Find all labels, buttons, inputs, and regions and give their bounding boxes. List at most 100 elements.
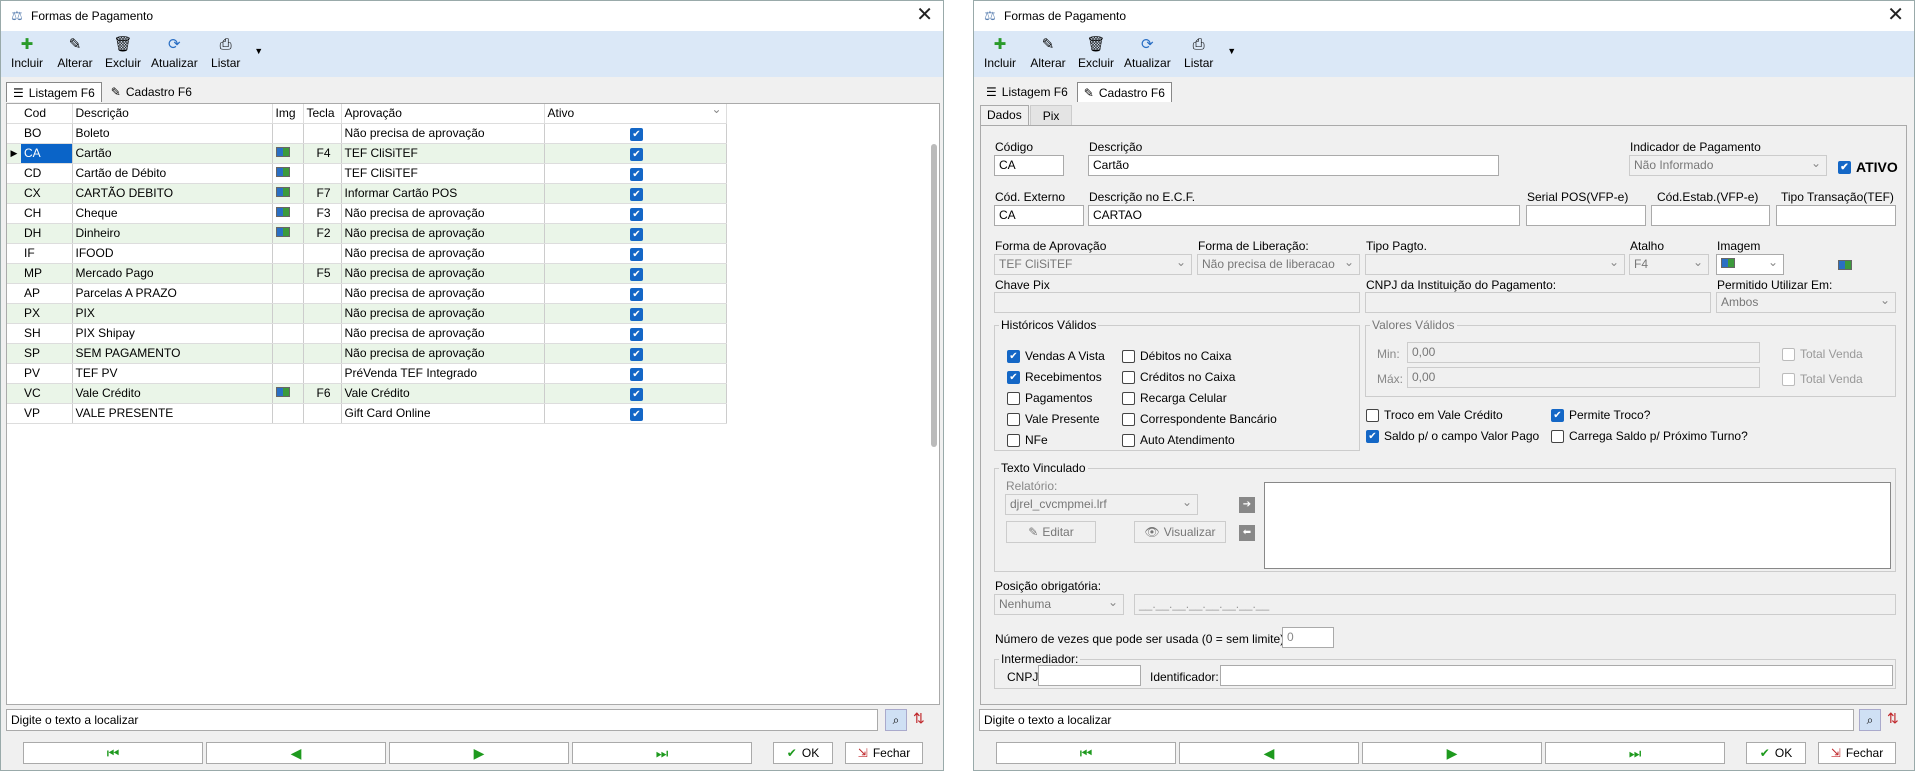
historico-checkbox[interactable]: ✔ Recebimentos bbox=[1007, 370, 1102, 384]
cell-aprovacao[interactable]: Gift Card Online bbox=[341, 403, 545, 424]
cell-img[interactable] bbox=[272, 183, 304, 204]
cell-img[interactable] bbox=[272, 403, 304, 424]
historico-checkbox[interactable]: NFe bbox=[1007, 433, 1048, 447]
table-row[interactable]: CH Cheque F3 Não precisa de aprovação ✔ bbox=[7, 203, 727, 224]
cell-tecla[interactable]: F7 bbox=[303, 183, 342, 204]
permitido-select[interactable]: Ambos bbox=[1716, 292, 1896, 313]
cell-tecla[interactable] bbox=[303, 243, 342, 264]
editar-button[interactable]: ✎ Editar bbox=[1006, 521, 1096, 543]
cell-cod[interactable]: IF bbox=[21, 243, 73, 264]
texto-vinculado-textarea[interactable] bbox=[1264, 482, 1891, 569]
cell-img[interactable] bbox=[272, 163, 304, 184]
cell-cod[interactable]: SP bbox=[21, 343, 73, 364]
historico-checkbox[interactable]: Débitos no Caixa bbox=[1122, 349, 1231, 363]
cell-img[interactable] bbox=[272, 123, 304, 144]
cell-tecla[interactable]: F2 bbox=[303, 223, 342, 244]
prev-record-button[interactable]: ◀ bbox=[1179, 742, 1359, 764]
listar-button[interactable]: ⎙ Listar bbox=[206, 36, 246, 70]
cell-ativo[interactable]: ✔ bbox=[544, 323, 727, 344]
historico-checkbox[interactable]: Correspondente Bancário bbox=[1122, 412, 1277, 426]
cell-tecla[interactable]: F6 bbox=[303, 383, 342, 404]
cell-descricao[interactable]: Cheque bbox=[72, 203, 273, 224]
tab-listagem[interactable]: ☰ Listagem F6 bbox=[6, 82, 102, 102]
cell-img[interactable] bbox=[272, 383, 304, 404]
cell-ativo[interactable]: ✔ bbox=[544, 403, 727, 424]
codigo-input[interactable]: CA bbox=[994, 155, 1064, 176]
imagem-select[interactable] bbox=[1716, 254, 1784, 275]
historico-checkbox[interactable]: Créditos no Caixa bbox=[1122, 370, 1235, 384]
vertical-scrollbar[interactable] bbox=[931, 144, 937, 447]
desc-ecf-input[interactable]: CARTAO bbox=[1088, 205, 1520, 226]
col-img-header[interactable]: Img bbox=[272, 104, 304, 124]
tipo-pagto-select[interactable] bbox=[1365, 254, 1625, 275]
forma-lib-select[interactable]: Não precisa de liberacao bbox=[1197, 254, 1360, 275]
atualizar-button[interactable]: ⟳ Atualizar bbox=[151, 36, 198, 70]
col-cod-header[interactable]: Cod bbox=[21, 104, 73, 124]
cell-ativo[interactable]: ✔ bbox=[544, 183, 727, 204]
col-descricao-header[interactable]: Descrição bbox=[72, 104, 273, 124]
table-row[interactable]: CX CARTÃO DEBITO F7 Informar Cartão POS ✔ bbox=[7, 183, 727, 204]
find-icon[interactable]: ⌕ bbox=[885, 709, 907, 731]
table-row[interactable]: CD Cartão de Débito TEF CliSiTEF ✔ bbox=[7, 163, 727, 184]
alterar-button[interactable]: ✎ Alterar bbox=[55, 36, 95, 70]
cell-tecla[interactable] bbox=[303, 403, 342, 424]
cell-tecla[interactable] bbox=[303, 343, 342, 364]
incluir-button[interactable]: ✚ Incluir bbox=[7, 36, 47, 70]
cell-img[interactable] bbox=[272, 243, 304, 264]
listar-dropdown[interactable]: ▼ bbox=[254, 36, 264, 56]
cell-aprovacao[interactable]: Não precisa de aprovação bbox=[341, 283, 545, 304]
cell-cod[interactable]: SH bbox=[21, 323, 73, 344]
first-record-button[interactable]: ⏮ bbox=[23, 742, 203, 764]
atalho-select[interactable]: F4 bbox=[1629, 254, 1709, 275]
cell-descricao[interactable]: Dinheiro bbox=[72, 223, 273, 244]
cell-aprovacao[interactable]: Não precisa de aprovação bbox=[341, 343, 545, 364]
cell-img[interactable] bbox=[272, 363, 304, 384]
cell-aprovacao[interactable]: TEF CliSiTEF bbox=[341, 143, 545, 164]
cell-tecla[interactable]: F3 bbox=[303, 203, 342, 224]
table-row[interactable]: PV TEF PV PréVenda TEF Integrado ✔ bbox=[7, 363, 727, 384]
historico-checkbox[interactable]: Pagamentos bbox=[1007, 391, 1092, 405]
posicao-mask-input[interactable]: __.__.__.__.__.__.__.__ bbox=[1134, 594, 1896, 615]
cell-cod[interactable]: VC bbox=[21, 383, 73, 404]
cell-tecla[interactable]: F5 bbox=[303, 263, 342, 284]
table-row[interactable]: IF IFOOD Não precisa de aprovação ✔ bbox=[7, 243, 727, 264]
cell-aprovacao[interactable]: Não precisa de aprovação bbox=[341, 123, 545, 144]
total-venda-max-checkbox[interactable]: Total Venda bbox=[1782, 372, 1863, 386]
saldo-valor-pago-checkbox[interactable]: ✔ Saldo p/ o campo Valor Pago bbox=[1366, 429, 1539, 443]
cell-descricao[interactable]: Cartão de Débito bbox=[72, 163, 273, 184]
close-icon[interactable]: ✕ bbox=[916, 5, 933, 25]
cell-img[interactable] bbox=[272, 303, 304, 324]
cell-descricao[interactable]: TEF PV bbox=[72, 363, 273, 384]
cell-img[interactable] bbox=[272, 143, 304, 164]
relatorio-select[interactable]: djrel_cvcmpmei.lrf bbox=[1005, 494, 1198, 515]
ativo-checkbox[interactable]: ✔ ATIVO bbox=[1838, 159, 1898, 175]
historico-checkbox[interactable]: Auto Atendimento bbox=[1122, 433, 1235, 447]
cell-cod[interactable]: CH bbox=[21, 203, 73, 224]
cell-ativo[interactable]: ✔ bbox=[544, 143, 727, 164]
first-record-button[interactable]: ⏮ bbox=[996, 742, 1176, 764]
cell-ativo[interactable]: ✔ bbox=[544, 243, 727, 264]
cell-descricao[interactable]: Boleto bbox=[72, 123, 273, 144]
cell-aprovacao[interactable]: Não precisa de aprovação bbox=[341, 323, 545, 344]
excluir-button[interactable]: 🗑 Excluir bbox=[1076, 36, 1116, 70]
cell-img[interactable] bbox=[272, 323, 304, 344]
subtab-pix[interactable]: Pix bbox=[1029, 105, 1073, 125]
cell-ativo[interactable]: ✔ bbox=[544, 363, 727, 384]
sort-arrows-icon[interactable]: ⇅ bbox=[1887, 710, 1899, 727]
last-record-button[interactable]: ⏭ bbox=[572, 742, 752, 764]
incluir-button[interactable]: ✚ Incluir bbox=[980, 36, 1020, 70]
table-row[interactable]: SH PIX Shipay Não precisa de aprovação ✔ bbox=[7, 323, 727, 344]
search-input[interactable]: Digite o texto a localizar bbox=[6, 709, 878, 731]
cell-descricao[interactable]: Cartão bbox=[72, 143, 273, 164]
next-record-button[interactable]: ▶ bbox=[389, 742, 569, 764]
descricao-input[interactable]: Cartão bbox=[1088, 155, 1499, 176]
cell-aprovacao[interactable]: Informar Cartão POS bbox=[341, 183, 545, 204]
cell-ativo[interactable]: ✔ bbox=[544, 203, 727, 224]
cell-aprovacao[interactable]: TEF CliSiTEF bbox=[341, 163, 545, 184]
cell-descricao[interactable]: SEM PAGAMENTO bbox=[72, 343, 273, 364]
search-input[interactable]: Digite o texto a localizar bbox=[979, 709, 1854, 731]
sort-arrows-icon[interactable]: ⇅ bbox=[913, 710, 925, 727]
permite-troco-checkbox[interactable]: ✔ Permite Troco? bbox=[1551, 408, 1650, 422]
table-row[interactable]: BO Boleto Não precisa de aprovação ✔ bbox=[7, 123, 727, 144]
troco-vale-checkbox[interactable]: Troco em Vale Crédito bbox=[1366, 408, 1503, 422]
